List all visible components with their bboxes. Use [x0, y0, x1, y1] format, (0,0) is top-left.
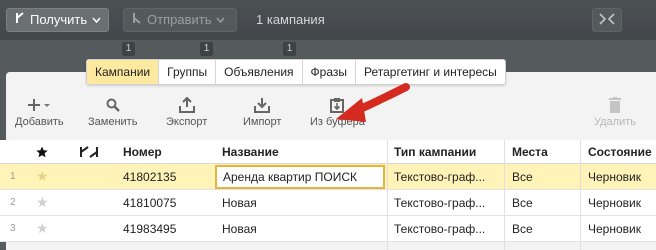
- tab-badge: 1: [122, 42, 135, 56]
- trash-icon: [609, 95, 621, 115]
- chevron-down-icon: [216, 8, 226, 32]
- plus-icon: [27, 95, 51, 115]
- export-label: Экспорт: [166, 116, 208, 128]
- table-row[interactable]: 3 ★ 41983495 Новая Текстово-граф... Все …: [0, 216, 656, 242]
- cell-places: Все: [512, 169, 533, 184]
- campaigns-table: Номер Название Тип кампании Места Состоя…: [0, 140, 656, 242]
- cell-name-editor[interactable]: Аренда квартир ПОИСК: [215, 165, 385, 189]
- collapse-icon: [599, 12, 615, 28]
- export-button[interactable]: Экспорт: [166, 95, 207, 128]
- tab-badge: 1: [283, 42, 296, 56]
- header-name[interactable]: Название: [222, 140, 279, 163]
- toolbar: Добавить Заменить Экспорт Импорт Из буфе…: [0, 95, 656, 137]
- split-column-icon[interactable]: [80, 140, 98, 163]
- column-divider: [580, 140, 581, 250]
- cell-state: Черновик: [588, 195, 641, 210]
- delete-label: Удалить: [594, 116, 636, 128]
- send-button[interactable]: Отправить: [123, 8, 237, 32]
- delete-button[interactable]: Удалить: [594, 95, 636, 128]
- cell-state: Черновик: [588, 221, 641, 236]
- star-icon[interactable]: ★: [36, 190, 49, 215]
- tab-groups[interactable]: Группы: [159, 60, 217, 84]
- cell-type: Текстово-граф...: [394, 195, 486, 210]
- receive-label: Получить: [30, 12, 88, 27]
- import-button[interactable]: Импорт: [243, 95, 281, 128]
- add-button[interactable]: Добавить: [15, 95, 64, 128]
- cell-places: Все: [512, 221, 533, 236]
- header-number[interactable]: Номер: [123, 140, 162, 163]
- column-divider: [387, 140, 388, 250]
- search-icon: [106, 95, 120, 115]
- header-places[interactable]: Места: [512, 140, 574, 163]
- row-index: 1: [10, 171, 16, 182]
- tab-campaigns[interactable]: Кампании: [87, 60, 160, 84]
- cell-state: Черновик: [588, 169, 641, 184]
- header-type[interactable]: Тип кампании: [394, 140, 496, 163]
- replace-button[interactable]: Заменить: [88, 95, 137, 128]
- row-index: 3: [10, 223, 16, 234]
- receive-icon: [15, 8, 25, 32]
- replace-label: Заменить: [88, 116, 138, 128]
- top-bar: Получить Отправить 1 кампания: [0, 0, 656, 40]
- cell-name: Новая: [222, 195, 257, 210]
- row-index: 2: [10, 197, 16, 208]
- chevron-down-icon: [92, 8, 101, 32]
- export-icon: [178, 95, 195, 115]
- cell-number: 41983495: [123, 221, 177, 236]
- cell-number: 41802135: [123, 169, 177, 184]
- cell-places: Все: [512, 195, 533, 210]
- tab-bar: Кампании Группы Объявления Фразы Ретарге…: [86, 59, 506, 85]
- table-header: Номер Название Тип кампании Места Состоя…: [0, 140, 656, 164]
- cell-type: Текстово-граф...: [394, 169, 486, 184]
- send-icon: [132, 8, 142, 32]
- star-icon[interactable]: ★: [36, 216, 49, 241]
- cell-type: Текстово-граф...: [394, 221, 486, 236]
- cell-name: Новая: [222, 221, 257, 236]
- cell-number: 41810075: [123, 195, 177, 210]
- table-row[interactable]: 1 ★ 41802135 Аренда квартир ПОИСК Тексто…: [0, 164, 656, 190]
- send-label: Отправить: [147, 12, 212, 27]
- add-label: Добавить: [15, 116, 64, 128]
- import-icon: [254, 95, 271, 115]
- table-row[interactable]: 2 ★ 41810075 Новая Текстово-граф... Все …: [0, 190, 656, 216]
- header-state[interactable]: Состояние: [588, 140, 656, 163]
- collapse-button[interactable]: [592, 8, 622, 32]
- tab-badge: 1: [200, 42, 213, 56]
- campaign-count: 1 кампания: [256, 12, 325, 27]
- star-icon[interactable]: ★: [36, 164, 49, 189]
- annotation-arrow-icon: [330, 80, 410, 131]
- tab-ads[interactable]: Объявления: [216, 60, 303, 84]
- import-label: Импорт: [243, 116, 282, 128]
- star-column-icon[interactable]: [36, 140, 48, 163]
- receive-button[interactable]: Получить: [6, 8, 109, 32]
- column-divider: [504, 140, 505, 250]
